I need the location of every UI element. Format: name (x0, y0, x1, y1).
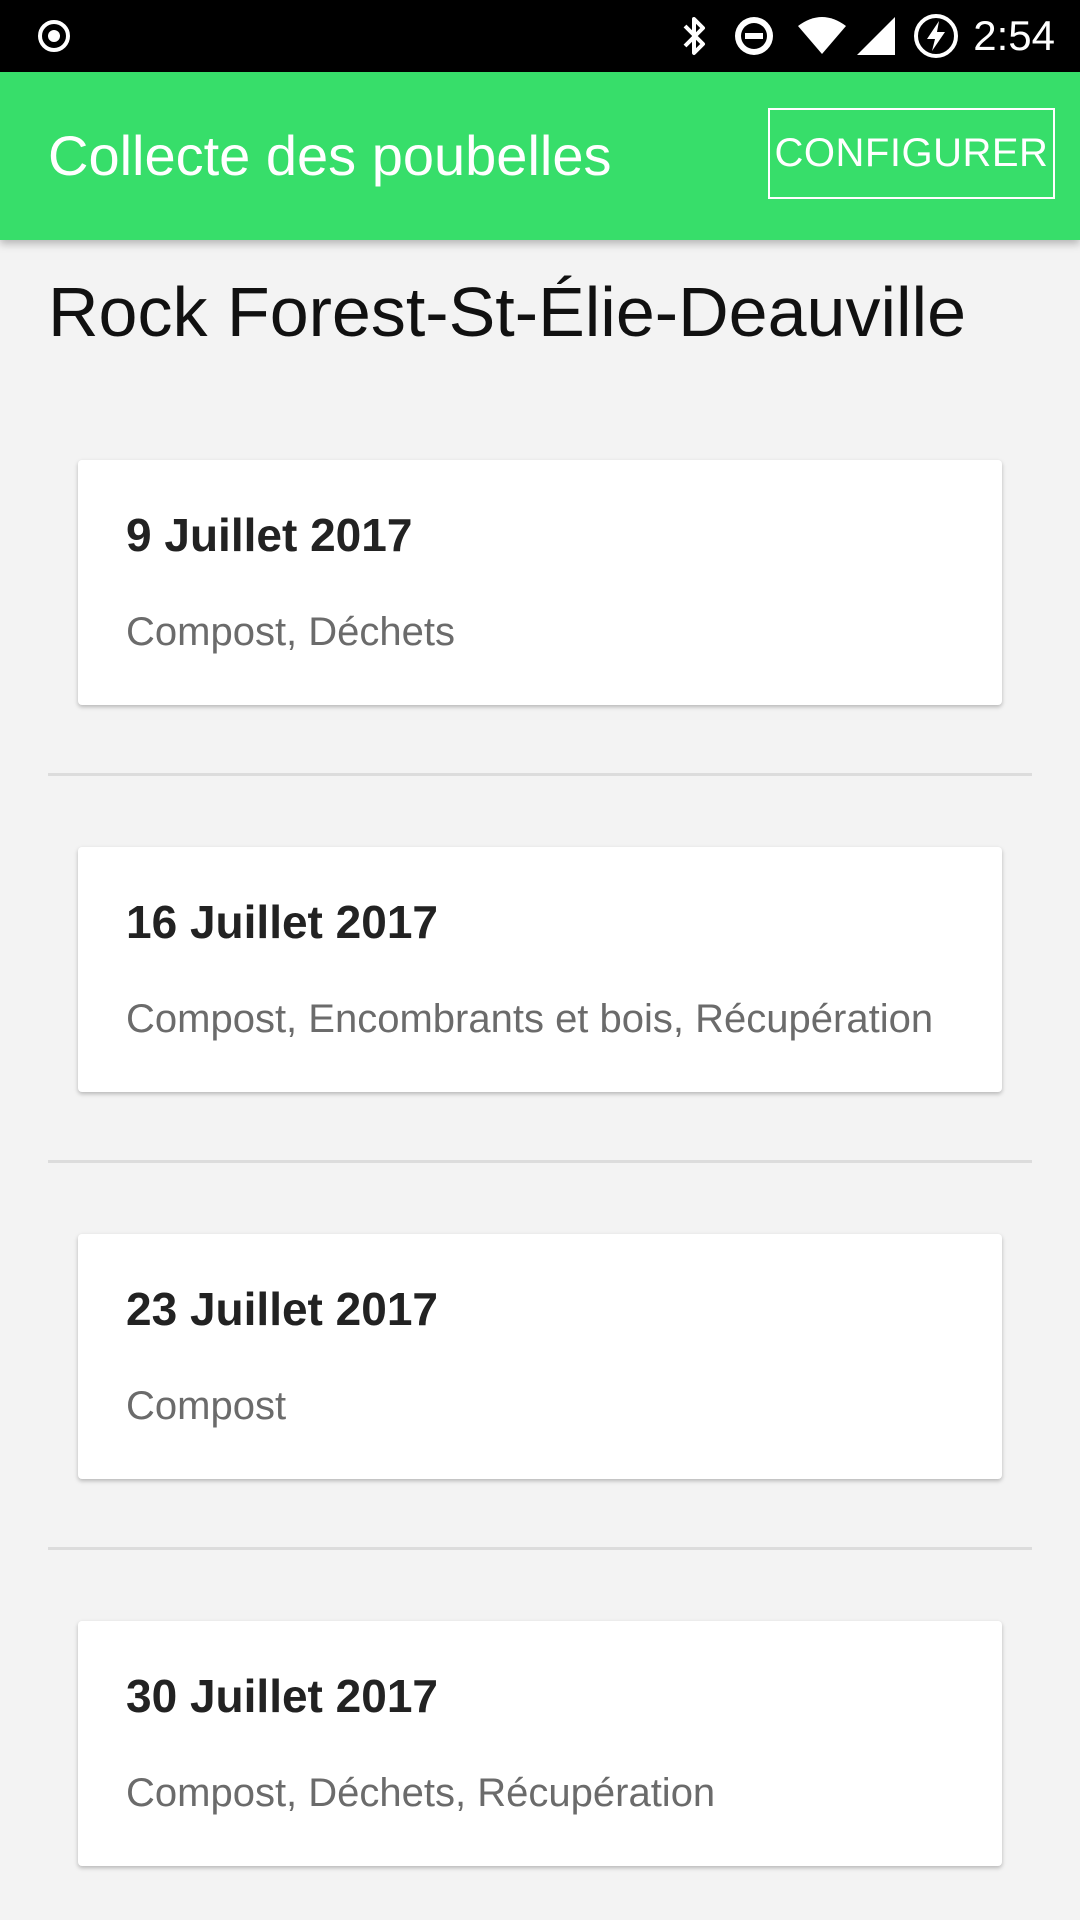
app-bar: Collecte des poubelles CONFIGURER (0, 72, 1080, 240)
collection-types: Compost, Déchets, Récupération (126, 1771, 716, 1815)
collection-types: Compost, Encombrants et bois, Récupérati… (126, 997, 934, 1041)
collection-types: Compost, Déchets (126, 610, 456, 654)
location-title: Rock Forest-St-Élie-Deauville (48, 273, 967, 351)
configure-button[interactable]: CONFIGURER (768, 108, 1055, 199)
collection-card[interactable]: 23 Juillet 2017 Compost (78, 1234, 1002, 1479)
battery-charging-icon (912, 0, 960, 72)
collection-types: Compost (126, 1384, 287, 1428)
collection-card[interactable]: 9 Juillet 2017 Compost, Déchets (78, 460, 1002, 705)
collection-date: 23 Juillet 2017 (126, 1283, 438, 1335)
collection-date: 16 Juillet 2017 (126, 896, 438, 948)
wifi-icon (796, 0, 848, 72)
divider (48, 1160, 1032, 1163)
app-title: Collecte des poubelles (48, 124, 612, 187)
status-time: 2:54 (973, 12, 1055, 59)
status-bar: 2:54 (0, 0, 1080, 72)
divider (48, 1547, 1032, 1550)
collection-card[interactable]: 16 Juillet 2017 Compost, Encombrants et … (78, 847, 1002, 1092)
bluetooth-icon (676, 0, 712, 72)
collection-date: 9 Juillet 2017 (126, 509, 413, 561)
divider (48, 773, 1032, 776)
circle-dot-icon (34, 0, 74, 72)
collection-date: 30 Juillet 2017 (126, 1670, 438, 1722)
cell-signal-icon (854, 0, 898, 72)
collection-card[interactable]: 30 Juillet 2017 Compost, Déchets, Récupé… (78, 1621, 1002, 1866)
do-not-disturb-icon (730, 0, 778, 72)
